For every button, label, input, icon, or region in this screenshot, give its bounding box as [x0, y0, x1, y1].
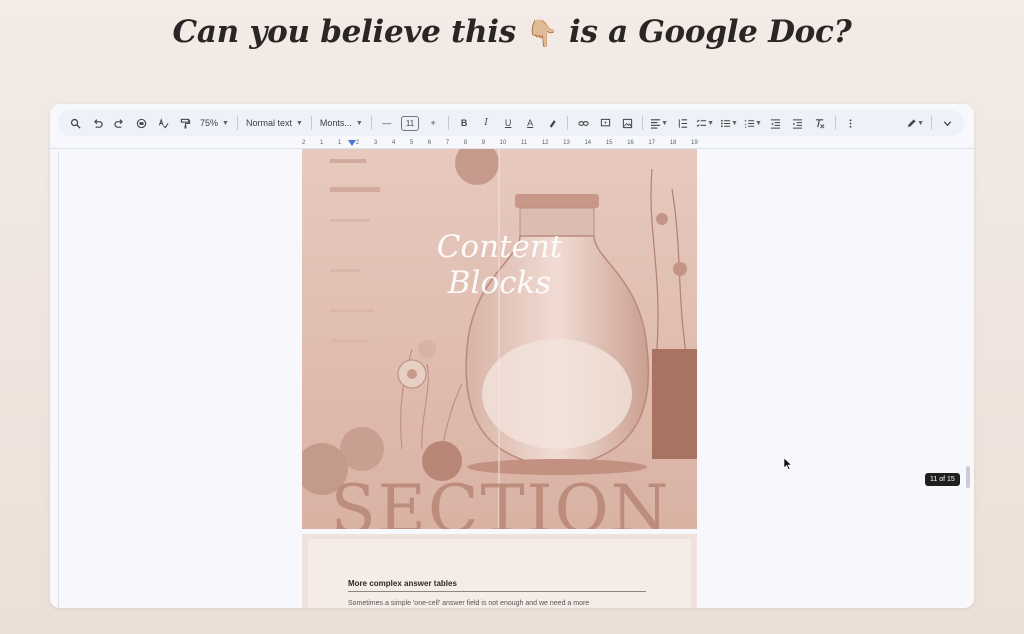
ruler-tick-label: 8 — [463, 140, 468, 146]
chevron-down-icon: ▼ — [295, 119, 303, 127]
comment-icon[interactable] — [594, 113, 616, 133]
ruler-tick-label: 12 — [541, 140, 549, 146]
link-icon[interactable] — [572, 113, 594, 133]
document-page-cover[interactable]: Content Blocks SECTION — [302, 149, 697, 529]
ruler-tick-label: 1 — [319, 140, 324, 146]
underline-button[interactable]: U — [497, 113, 519, 133]
spellcheck-icon[interactable] — [152, 113, 174, 133]
image-icon[interactable] — [616, 113, 638, 133]
ruler-tick-label: 7 — [445, 140, 450, 146]
divider — [236, 116, 238, 130]
checklist-icon[interactable]: ▼ — [693, 113, 717, 133]
style-value: Normal text — [245, 118, 292, 128]
divider — [834, 116, 836, 130]
ruler: 2 1 1 2 3 4 5 6 7 8 9 10 11 12 13 14 15 16 17 18 19 — [50, 138, 974, 148]
decrease-font-size-button[interactable]: — — [376, 113, 398, 133]
style-select[interactable]: Normal text ▼ — [242, 113, 307, 133]
divider — [642, 116, 644, 130]
editing-mode-icon[interactable]: ▼ — [903, 113, 927, 133]
chevron-down-icon: ▼ — [355, 119, 363, 127]
undo-icon[interactable] — [86, 113, 108, 133]
body-text: Sometimes a simple 'one-cell' answer fie… — [348, 600, 590, 607]
ruler-ticks: 2 1 1 2 3 4 5 6 7 8 9 10 11 12 13 14 15 16 17 18 19 — [302, 138, 698, 148]
more-options-icon[interactable] — [840, 113, 862, 133]
ruler-tick-label: 4 — [391, 140, 396, 146]
highlight-icon[interactable] — [541, 113, 563, 133]
clear-formatting-icon[interactable] — [809, 113, 831, 133]
content-block — [308, 539, 691, 608]
font-value: Monts... — [319, 118, 352, 128]
ruler-tick-label: 2 — [355, 140, 360, 146]
ruler-tick-label: 10 — [499, 140, 507, 146]
toolbar: 75% ▼ Normal text ▼ Monts... ▼ — 11 + B I U… — [58, 110, 964, 136]
decrease-indent-icon[interactable] — [765, 113, 787, 133]
document-page-content[interactable]: More complex answer tables Sometimes a s… — [302, 534, 697, 608]
ruler-tick-label: 18 — [669, 140, 677, 146]
ruler-tick-label: 14 — [584, 140, 592, 146]
cover-title-line-2: Blocks — [447, 265, 552, 301]
collapse-toolbar-icon[interactable] — [936, 113, 958, 133]
headline-text-end: is a Google Doc? — [568, 14, 852, 50]
headline: Can you believe this 👇🏼 is a Google Doc? — [0, 14, 1024, 50]
ruler-tick-label: 17 — [648, 140, 656, 146]
pointing-down-emoji: 👇🏼 — [526, 19, 559, 49]
ruler-tick-label: 11 — [520, 140, 528, 146]
font-select[interactable]: Monts... ▼ — [316, 113, 367, 133]
divider — [931, 116, 932, 130]
cover-title-line-1: Content — [436, 229, 563, 265]
mouse-pointer-icon — [783, 457, 793, 475]
ruler-tick-label: 5 — [409, 140, 414, 146]
heading-rule — [348, 591, 646, 592]
indent-marker[interactable] — [348, 140, 356, 146]
google-docs-window: 75% ▼ Normal text ▼ Monts... ▼ — 11 + B I U… — [50, 104, 974, 608]
zoom-value: 75% — [200, 118, 219, 128]
redo-icon[interactable] — [108, 113, 130, 133]
ruler-tick-label: 16 — [627, 140, 634, 146]
print-icon[interactable] — [130, 113, 152, 133]
line-spacing-icon[interactable] — [671, 113, 693, 133]
bulleted-list-icon[interactable]: ▼ — [717, 113, 741, 133]
cover-title: Content Blocks — [302, 229, 697, 301]
align-icon[interactable]: ▼ — [647, 113, 671, 133]
ruler-tick-label: 3 — [373, 140, 378, 146]
section-subheading: More complex answer tables — [348, 579, 457, 588]
ruler-tick-label: 6 — [427, 140, 432, 146]
ruler-tick-label: 15 — [605, 140, 613, 146]
font-size-value: 11 — [400, 115, 420, 131]
italic-button[interactable]: I — [475, 113, 497, 133]
ruler-tick-label: 1 — [337, 140, 342, 146]
ruler-tick-label: 2 — [302, 140, 306, 146]
numbered-list-icon[interactable]: ▼ — [741, 113, 765, 133]
vertical-ruler — [58, 152, 59, 608]
divider — [567, 116, 569, 130]
increase-indent-icon[interactable] — [787, 113, 809, 133]
ruler-tick-label: 13 — [563, 140, 570, 146]
divider — [370, 116, 372, 130]
headline-text-start: Can you believe this — [172, 14, 517, 50]
zoom-select[interactable]: 75% ▼ — [196, 113, 233, 133]
section-heading: SECTION — [330, 471, 671, 529]
paint-format-icon[interactable] — [174, 113, 196, 133]
font-size-field[interactable]: 11 — [398, 113, 422, 133]
divider — [310, 116, 312, 130]
ruler-tick-label: 9 — [481, 140, 486, 146]
ruler-tick-label: 19 — [691, 140, 698, 146]
increase-font-size-button[interactable]: + — [422, 113, 444, 133]
search-icon[interactable] — [64, 113, 86, 133]
text-color-button[interactable]: A — [519, 113, 541, 133]
page-indicator: 11 of 15 — [925, 473, 960, 486]
chevron-down-icon: ▼ — [222, 119, 229, 127]
divider — [448, 116, 450, 130]
scrollbar-thumb[interactable] — [966, 466, 970, 488]
bold-button[interactable]: B — [453, 113, 475, 133]
